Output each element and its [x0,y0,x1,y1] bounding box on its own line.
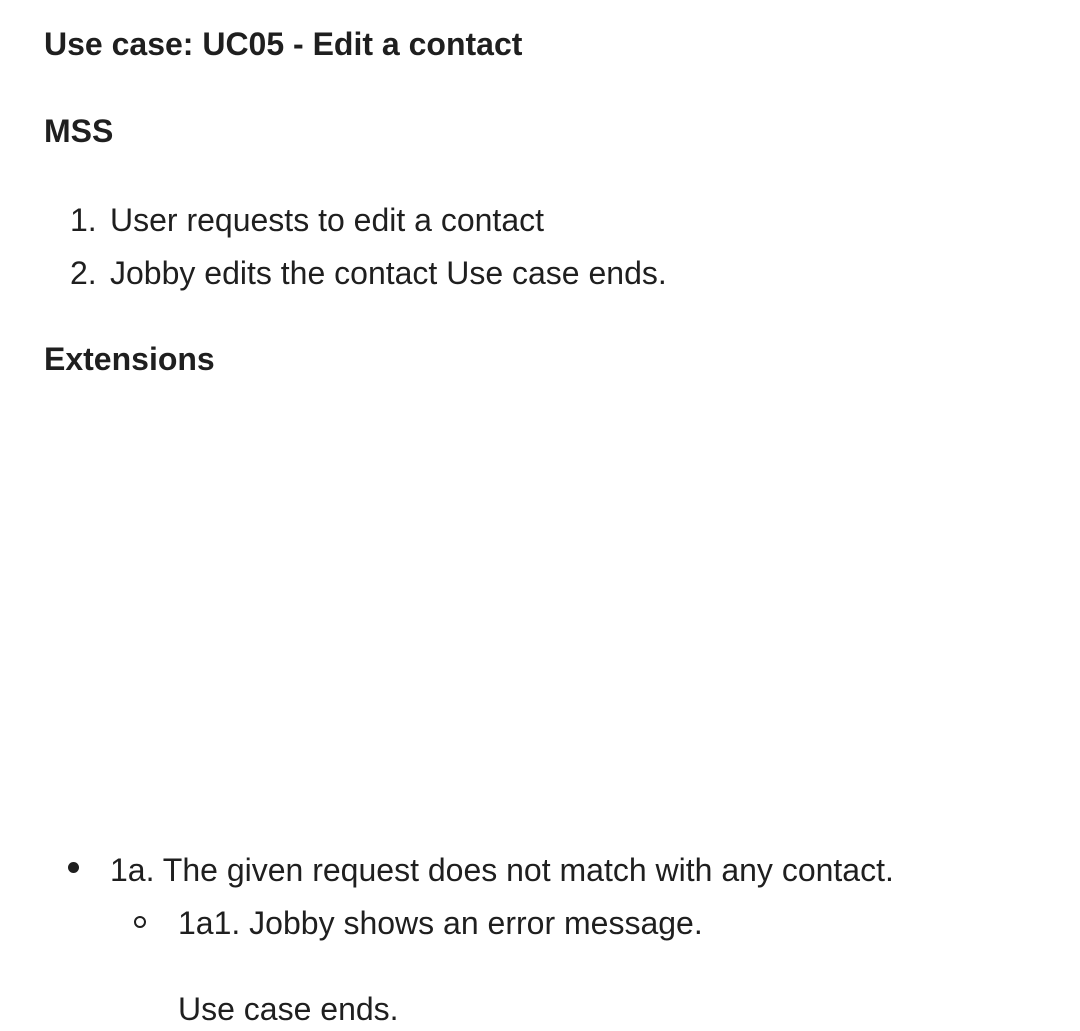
mss-step-number: 2. [70,255,97,291]
extension-sub-item-text: 1a1. Jobby shows an error message. [178,905,703,941]
bullet-circle-icon [134,916,146,928]
mss-heading: MSS [44,113,114,149]
document-page: Use case: UC05 - Edit a contact MSS 1. U… [0,0,1080,1027]
mss-step-text: Jobby edits the contact Use case ends. [110,255,667,291]
extension-text: 1a. The given request does not match wit… [110,852,894,888]
extensions-heading: Extensions [44,341,215,377]
extension-sub-item-end: Use case ends. [178,991,399,1027]
mss-step-text: User requests to edit a contact [110,202,544,238]
mss-step-number: 1. [70,202,97,238]
use-case-title: Use case: UC05 - Edit a contact [44,26,523,62]
extension-item: 1a. The given request does not match wit… [0,424,1080,1027]
bullet-disc-icon [68,862,79,873]
